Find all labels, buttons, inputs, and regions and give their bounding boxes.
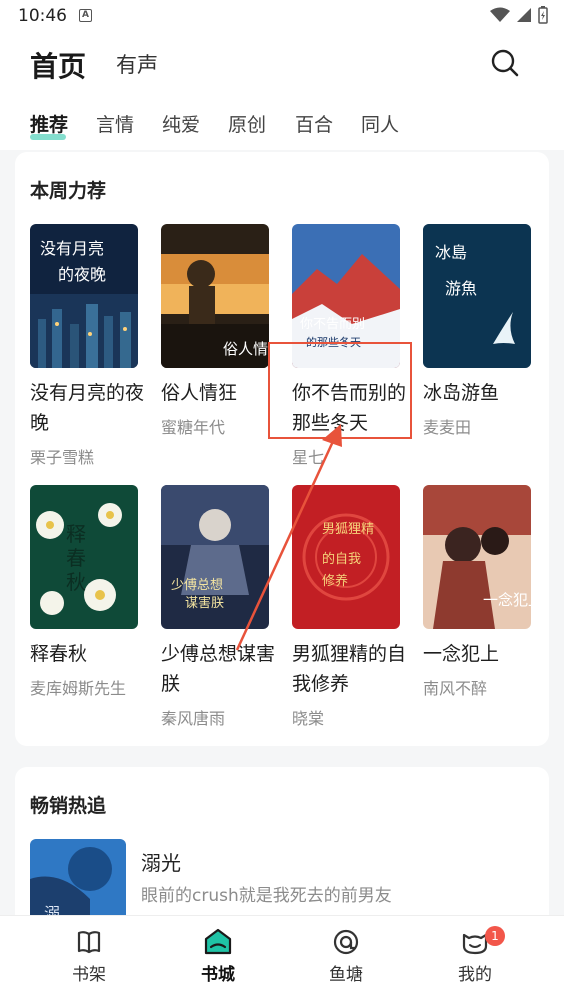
tab-romance[interactable]: 言情: [96, 110, 134, 137]
category-tabs: 推荐 言情 纯爱 原创 百合 同人: [0, 110, 564, 144]
book-title[interactable]: 男狐狸精的自我修养: [292, 639, 412, 699]
svg-text:冰島: 冰島: [435, 243, 467, 262]
signal-icon: [517, 8, 531, 22]
tab-recommend[interactable]: 推荐: [30, 110, 68, 137]
weekly-picks-section: 本周力荐 没有月亮 的夜晚 没有月亮的夜晚 栗子雪糕 俗人情 俗人情狂 蜜糖年代…: [15, 152, 549, 746]
book-cover[interactable]: 释 春 秋: [30, 485, 138, 629]
tab-gl[interactable]: 百合: [295, 110, 333, 137]
svg-text:的夜晚: 的夜晚: [58, 265, 106, 284]
book-title[interactable]: 释春秋: [30, 639, 150, 669]
svg-text:男狐狸精: 男狐狸精: [322, 522, 374, 537]
book-author: 晓棠: [292, 709, 325, 728]
book-cover[interactable]: 男狐狸精 的自我 修养: [292, 485, 400, 629]
battery-icon: [538, 6, 548, 24]
nav-label: 书城: [201, 965, 235, 985]
svg-text:春: 春: [66, 546, 86, 570]
book-title[interactable]: 冰岛游鱼: [423, 378, 543, 408]
nav-bookstore[interactable]: 书城: [178, 928, 258, 985]
svg-text:俗人情狂: 俗人情狂: [223, 340, 269, 358]
svg-text:秋: 秋: [66, 570, 86, 594]
tab-fanfic[interactable]: 同人: [361, 110, 399, 137]
notification-badge: 1: [485, 926, 505, 946]
book-cover[interactable]: 冰島 游魚: [423, 224, 531, 368]
search-icon[interactable]: [488, 46, 522, 80]
book-cover[interactable]: 溺: [30, 839, 126, 927]
book-cover[interactable]: 一念犯上: [423, 485, 531, 629]
bookshelf-icon: [77, 931, 101, 954]
page-title-home[interactable]: 首页: [30, 45, 86, 85]
book-description: 眼前的crush就是我死去的前男友: [141, 886, 392, 906]
section-title: 畅销热追: [30, 795, 107, 817]
book-cover[interactable]: 没有月亮 的夜晚: [30, 224, 138, 368]
book-author: 秦风唐雨: [161, 709, 226, 728]
book-author: 星七: [292, 448, 325, 467]
bottom-navigation: 书架 书城 鱼塘 1 我的: [0, 915, 564, 1002]
section-title: 本周力荐: [30, 180, 107, 202]
svg-text:少傅总想: 少傅总想: [171, 577, 223, 593]
svg-text:的那些冬天: 的那些冬天: [306, 335, 361, 349]
svg-text:你不告而别: 你不告而别: [300, 317, 365, 332]
wifi-icon: [490, 7, 510, 22]
nav-profile[interactable]: 1 我的: [435, 926, 515, 985]
book-author: 南风不醉: [423, 679, 488, 698]
system-icons: [490, 6, 548, 24]
status-bar: 10:46 A: [0, 0, 564, 32]
book-cover[interactable]: 俗人情狂: [161, 224, 269, 368]
nav-label: 鱼塘: [329, 965, 363, 985]
nav-label: 我的: [458, 965, 492, 985]
bestsellers-section: 畅销热追 溺 溺光 眼前的crush就是我死去的前男友: [15, 767, 549, 927]
nav-bookshelf[interactable]: 书架: [49, 928, 129, 985]
svg-text:游魚: 游魚: [445, 279, 477, 298]
book-title[interactable]: 你不告而别的那些冬天: [292, 378, 412, 438]
svg-text:谋害朕: 谋害朕: [185, 595, 224, 611]
bookstore-icon: [204, 928, 232, 955]
svg-text:修养: 修养: [322, 573, 348, 589]
book-author: 栗子雪糕: [30, 448, 95, 467]
svg-text:释: 释: [66, 522, 86, 546]
tab-bl[interactable]: 纯爱: [162, 110, 200, 137]
top-navigation: 首页 有声 推荐 言情 纯爱 原创 百合 同人: [0, 32, 564, 150]
book-title[interactable]: 溺光: [141, 847, 181, 876]
fishpond-icon: [333, 929, 359, 955]
svg-text:的自我: 的自我: [322, 551, 361, 567]
audio-tab[interactable]: 有声: [116, 49, 158, 79]
book-author: 蜜糖年代: [161, 418, 226, 437]
svg-text:一念犯上: 一念犯上: [483, 591, 531, 609]
book-cover[interactable]: 少傅总想 谋害朕: [161, 485, 269, 629]
status-time: 10:46: [18, 6, 67, 26]
book-cover[interactable]: 你不告而别 的那些冬天: [292, 224, 400, 368]
book-title[interactable]: 一念犯上: [423, 639, 543, 669]
book-title[interactable]: 少傅总想谋害朕: [161, 639, 281, 699]
nav-fishpond[interactable]: 鱼塘: [306, 928, 386, 985]
nav-label: 书架: [72, 965, 106, 985]
book-title[interactable]: 没有月亮的夜晚: [30, 378, 150, 438]
tab-original[interactable]: 原创: [228, 110, 266, 137]
book-title[interactable]: 俗人情狂: [161, 378, 281, 408]
notification-a-icon: A: [79, 9, 92, 22]
cover-title-text: 没有月亮: [40, 239, 104, 258]
book-author: 麦麦田: [423, 418, 472, 437]
book-author: 麦库姆斯先生: [30, 679, 127, 698]
